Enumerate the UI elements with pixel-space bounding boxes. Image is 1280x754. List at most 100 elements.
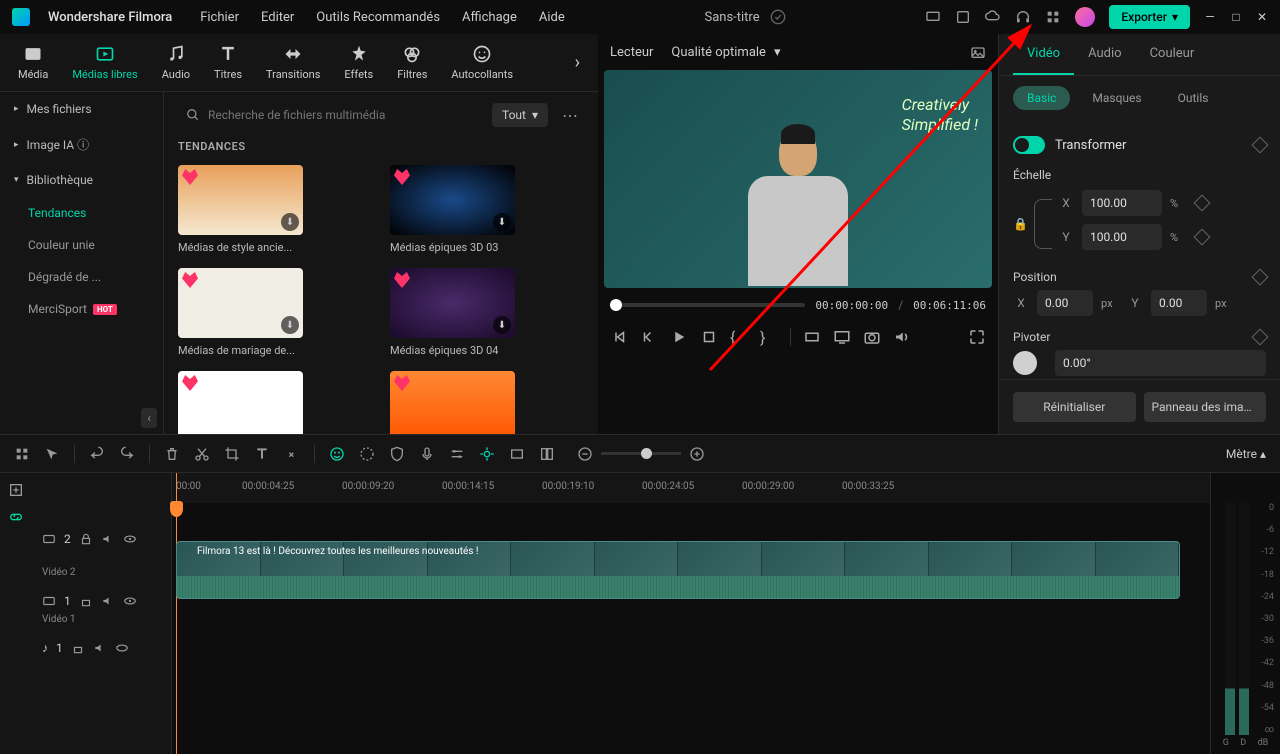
stop-icon[interactable]	[700, 328, 718, 346]
media-thumb[interactable]: ⬇ Médias épiques 3D 04	[390, 268, 584, 357]
more-icon[interactable]: ⋯	[556, 106, 584, 125]
menu-help[interactable]: Aide	[539, 10, 565, 25]
sidebar-my-files[interactable]: Mes fichiers	[0, 92, 163, 126]
tab-stock[interactable]: Médias libres	[72, 44, 137, 81]
ai-icon[interactable]	[329, 446, 345, 462]
export-button[interactable]: Exporter▾	[1109, 5, 1190, 29]
image-panel-button[interactable]: Panneau des imag...	[1144, 392, 1267, 422]
pos-y-input[interactable]	[1151, 290, 1207, 316]
step-back-icon[interactable]	[640, 328, 658, 346]
lock-icon[interactable]	[79, 594, 93, 608]
keyframe-diamond-icon[interactable]	[1193, 229, 1210, 246]
minimize-button[interactable]: —	[1204, 11, 1216, 23]
maximize-button[interactable]: □	[1230, 11, 1242, 23]
menu-tools[interactable]: Outils Recommandés	[316, 10, 440, 25]
timeline-ruler[interactable]: 00:00 00:00:04:25 00:00:09:20 00:00:14:1…	[172, 473, 1210, 503]
media-thumb[interactable]: ⬇ Médias de style ancie...	[178, 165, 372, 254]
transform-toggle[interactable]	[1013, 136, 1045, 154]
ratio-icon[interactable]	[803, 328, 821, 346]
mic-icon[interactable]	[419, 446, 435, 462]
headphones-icon[interactable]	[1015, 9, 1031, 25]
track-header-v2[interactable]: 2	[32, 507, 171, 571]
download-icon[interactable]: ⬇	[493, 213, 511, 231]
fullscreen-icon[interactable]	[968, 328, 986, 346]
arrange-icon[interactable]	[14, 446, 30, 462]
insp-tab-audio[interactable]: Audio	[1074, 34, 1135, 75]
eye-icon[interactable]	[123, 532, 137, 546]
menu-view[interactable]: Affichage	[462, 10, 517, 25]
mute-icon[interactable]	[101, 532, 115, 546]
play-icon[interactable]	[670, 328, 688, 346]
zoom-out-icon[interactable]	[577, 446, 593, 462]
save-icon[interactable]	[955, 9, 971, 25]
eye-icon[interactable]	[115, 641, 129, 655]
rotate-knob[interactable]	[1013, 351, 1037, 375]
eye-icon[interactable]	[123, 594, 137, 608]
sidebar-ai-image[interactable]: Image IA ⓘ	[0, 126, 163, 163]
camera-icon[interactable]	[863, 328, 881, 346]
track-header-v1[interactable]: 1	[32, 584, 171, 618]
menu-file[interactable]: Fichier	[200, 10, 239, 25]
pos-x-input[interactable]	[1037, 290, 1093, 316]
tab-scroll-right[interactable]: ›	[575, 52, 580, 73]
redo-icon[interactable]	[119, 446, 135, 462]
insp-subtab-tools[interactable]: Outils	[1164, 86, 1223, 110]
snapshot-icon[interactable]	[970, 44, 986, 60]
tab-audio[interactable]: Audio	[162, 44, 190, 81]
sidebar-collapse-btn[interactable]: ‹	[141, 408, 157, 428]
lock-icon[interactable]: 🔒	[1013, 217, 1028, 231]
sidebar-trending[interactable]: Tendances	[0, 197, 163, 229]
undo-icon[interactable]	[89, 446, 105, 462]
marker-icon[interactable]	[479, 446, 495, 462]
quality-dropdown[interactable]: Qualité optimale▾	[671, 45, 780, 60]
seek-slider[interactable]	[610, 303, 805, 307]
media-thumb[interactable]: ⬇ Médias épiques 3D 03	[390, 165, 584, 254]
sidebar-gradient[interactable]: Dégradé de ...	[0, 261, 163, 293]
media-thumb[interactable]	[178, 371, 372, 434]
sidebar-library[interactable]: Bibliothèque	[0, 163, 163, 197]
menu-edit[interactable]: Editer	[261, 10, 294, 25]
brace-close-icon[interactable]: }	[760, 328, 778, 346]
track-area[interactable]: 00:00 00:00:04:25 00:00:09:20 00:00:14:1…	[172, 473, 1210, 754]
tab-stickers[interactable]: Autocollants	[451, 44, 513, 81]
tab-transitions[interactable]: Transitions	[266, 44, 320, 81]
cut-icon[interactable]	[194, 446, 210, 462]
scale-x-input[interactable]	[1082, 190, 1162, 216]
device-icon[interactable]	[925, 9, 941, 25]
download-icon[interactable]: ⬇	[281, 213, 299, 231]
download-icon[interactable]: ⬇	[281, 316, 299, 334]
lock-icon[interactable]	[71, 641, 85, 655]
user-avatar[interactable]	[1075, 7, 1095, 27]
track-header-a1[interactable]: ♪ 1	[32, 631, 171, 665]
download-icon[interactable]: ⬇	[493, 316, 511, 334]
insp-subtab-masks[interactable]: Masques	[1078, 86, 1155, 110]
tab-titles[interactable]: Titres	[214, 44, 242, 81]
rotate-input[interactable]	[1055, 350, 1266, 376]
sidebar-mercisport[interactable]: MerciSportHOT	[0, 293, 163, 325]
keyframe-diamond-icon[interactable]	[1193, 195, 1210, 212]
crop-tl-icon[interactable]	[224, 446, 240, 462]
zoom-slider[interactable]	[601, 452, 681, 455]
more-tl-icon[interactable]	[284, 446, 300, 462]
insp-tab-color[interactable]: Couleur	[1136, 34, 1209, 75]
reset-button[interactable]: Réinitialiser	[1013, 392, 1136, 422]
keyframe-diamond-icon[interactable]	[1252, 269, 1269, 286]
brace-open-icon[interactable]: {	[730, 328, 748, 346]
playhead[interactable]	[176, 473, 177, 754]
layout1-icon[interactable]	[509, 446, 525, 462]
adjust-icon[interactable]	[449, 446, 465, 462]
display-icon[interactable]	[833, 328, 851, 346]
delete-icon[interactable]	[164, 446, 180, 462]
mute-icon[interactable]	[101, 594, 115, 608]
scale-y-input[interactable]	[1082, 224, 1162, 250]
prev-clip-icon[interactable]	[610, 328, 628, 346]
cloud-icon[interactable]	[985, 9, 1001, 25]
tab-filters[interactable]: Filtres	[397, 44, 427, 81]
sidebar-solid-color[interactable]: Couleur unie	[0, 229, 163, 261]
video-preview[interactable]: CreativelySimplified !	[604, 70, 992, 288]
media-thumb[interactable]: ⬇ Médias de mariage de...	[178, 268, 372, 357]
text-tl-icon[interactable]	[254, 446, 270, 462]
search-input[interactable]	[178, 102, 484, 128]
layout2-icon[interactable]	[539, 446, 555, 462]
link-track-button[interactable]	[4, 505, 28, 529]
